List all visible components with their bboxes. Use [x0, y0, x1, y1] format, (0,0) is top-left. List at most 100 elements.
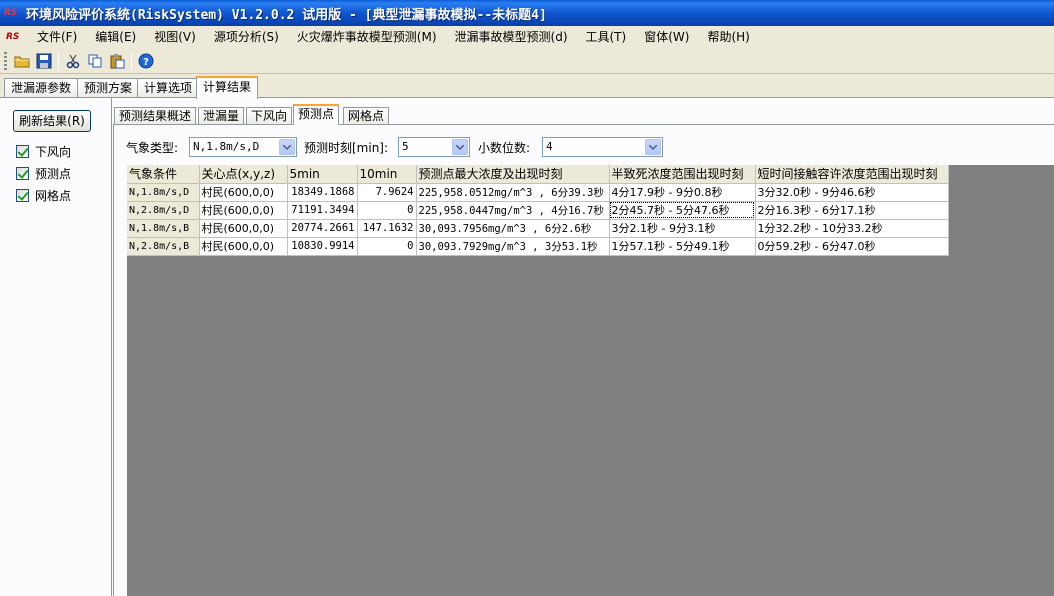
table-cell[interactable]: 20774.2661	[287, 219, 358, 238]
refresh-results-button[interactable]: 刷新结果(R)	[13, 110, 91, 132]
table-cell[interactable]: 30,093.7956mg/m^3 , 6分2.6秒	[416, 219, 610, 238]
subtab-downwind[interactable]: 下风向	[246, 107, 293, 125]
row-header[interactable]: N,1.8m/s,B	[127, 219, 200, 238]
table-cell[interactable]: 1分57.1秒 - 5分49.1秒	[609, 237, 756, 256]
chevron-down-icon[interactable]	[645, 139, 661, 155]
table-cell[interactable]: 225,958.0512mg/m^3 , 6分39.3秒	[416, 183, 610, 202]
decimal-places-value: 4	[546, 140, 553, 153]
toolbar-grip[interactable]	[4, 51, 7, 70]
checkbox-label: 预测点	[35, 166, 72, 181]
checkbox-label: 下风向	[35, 144, 72, 159]
prediction-time-label: 预测时刻[min]:	[304, 141, 389, 155]
checkbox-grid-point[interactable]: 网格点	[16, 187, 71, 203]
open-folder-icon[interactable]	[11, 50, 33, 72]
checkbox-label: 网格点	[35, 188, 72, 203]
tab-prediction-plan[interactable]: 预测方案	[77, 78, 140, 98]
subtab-results-overview[interactable]: 预测结果概述	[114, 107, 197, 125]
toolbar: ?	[0, 48, 1054, 74]
help-icon[interactable]: ?	[135, 50, 157, 72]
table-cell[interactable]: 3分2.1秒 - 9分3.1秒	[609, 219, 756, 238]
weather-type-value: N,1.8m/s,D	[193, 140, 260, 153]
column-header[interactable]: 半致死浓度范围出现时刻	[609, 165, 756, 184]
window-title: 环境风险评价系统(RiskSystem) V1.2.0.2 试用版 - [典型泄…	[26, 7, 547, 23]
decimal-places-label: 小数位数:	[478, 141, 531, 155]
chevron-down-icon[interactable]	[452, 139, 468, 155]
prediction-time-value: 5	[402, 140, 409, 153]
table-cell[interactable]: 村民(600,0,0)	[199, 237, 288, 256]
prediction-point-panel: 气象类型: N,1.8m/s,D 预测时刻[min]: 5 小数位数: 4 气象…	[113, 124, 1054, 596]
menu-help[interactable]: 帮助(H)	[698, 27, 758, 47]
menu-file[interactable]: 文件(F)	[28, 27, 86, 47]
column-header[interactable]: 预测点最大浓度及出现时刻	[416, 165, 610, 184]
cut-icon[interactable]	[62, 50, 84, 72]
checkbox-prediction-point[interactable]: 预测点	[16, 165, 71, 181]
row-header[interactable]: N,2.8m/s,D	[127, 201, 200, 220]
menu-source-analysis[interactable]: 源项分析(S)	[205, 27, 288, 47]
focused-table-cell[interactable]: 2分45.7秒 - 5分47.6秒	[609, 201, 756, 220]
table-cell[interactable]: 225,958.0447mg/m^3 , 4分16.7秒	[416, 201, 610, 220]
weather-type-label: 气象类型:	[126, 141, 179, 155]
table-row: N,2.8m/s,B 村民(600,0,0) 10830.9914 0 30,0…	[127, 237, 949, 256]
row-header[interactable]: N,1.8m/s,D	[127, 183, 200, 202]
menu-leak-prediction[interactable]: 泄漏事故模型预测(d)	[446, 27, 577, 47]
toolbar-separator	[131, 51, 132, 70]
menu-view[interactable]: 视图(V)	[145, 27, 205, 47]
table-cell[interactable]: 1分32.2秒 - 10分33.2秒	[755, 219, 949, 238]
tab-calc-options[interactable]: 计算选项	[137, 78, 200, 98]
table-cell[interactable]: 10830.9914	[287, 237, 358, 256]
table-cell[interactable]: 7.9624	[357, 183, 417, 202]
column-header[interactable]: 5min	[287, 165, 358, 184]
save-icon[interactable]	[33, 50, 55, 72]
table-cell[interactable]: 3分32.0秒 - 9分46.6秒	[755, 183, 949, 202]
row-header[interactable]: N,2.8m/s,B	[127, 237, 200, 256]
table-row: N,2.8m/s,D 村民(600,0,0) 71191.3494 0 225,…	[127, 201, 949, 220]
table-cell[interactable]: 0分59.2秒 - 6分47.0秒	[755, 237, 949, 256]
tab-leak-source-params[interactable]: 泄漏源参数	[4, 78, 79, 98]
results-panel: 刷新结果(R) 下风向 预测点 网格点 预测结果概述 泄漏量 下风向 预测点 网…	[0, 97, 1054, 596]
table-cell[interactable]: 30,093.7929mg/m^3 , 3分53.1秒	[416, 237, 610, 256]
table-cell[interactable]: 18349.1868	[287, 183, 358, 202]
paste-icon[interactable]	[106, 50, 128, 72]
grid-header-row: 气象条件 关心点(x,y,z) 5min 10min 预测点最大浓度及出现时刻 …	[127, 165, 949, 184]
table-cell[interactable]: 0	[357, 237, 417, 256]
subtab-leak-amount[interactable]: 泄漏量	[198, 107, 245, 125]
menu-tools[interactable]: 工具(T)	[577, 27, 636, 47]
table-row: N,1.8m/s,D 村民(600,0,0) 18349.1868 7.9624…	[127, 183, 949, 202]
decimal-places-select[interactable]: 4	[542, 137, 663, 157]
table-cell[interactable]: 村民(600,0,0)	[199, 183, 288, 202]
result-options-panel: 刷新结果(R) 下风向 预测点 网格点	[0, 98, 112, 596]
checkbox-downwind[interactable]: 下风向	[16, 143, 71, 159]
table-cell[interactable]: 147.1632	[357, 219, 417, 238]
checkbox-checked-icon[interactable]	[16, 144, 29, 158]
column-header[interactable]: 短时间接触容许浓度范围出现时刻	[755, 165, 949, 184]
table-cell[interactable]: 2分16.3秒 - 6分17.1秒	[755, 201, 949, 220]
table-cell[interactable]: 村民(600,0,0)	[199, 201, 288, 220]
checkbox-checked-icon[interactable]	[16, 188, 29, 202]
subtab-grid-point[interactable]: 网格点	[343, 107, 390, 125]
menu-fire-explosion[interactable]: 火灾爆炸事故模型预测(M)	[288, 27, 446, 47]
results-grid-area: 气象条件 关心点(x,y,z) 5min 10min 预测点最大浓度及出现时刻 …	[127, 165, 1054, 596]
results-grid: 气象条件 关心点(x,y,z) 5min 10min 预测点最大浓度及出现时刻 …	[127, 165, 949, 256]
column-header[interactable]: 关心点(x,y,z)	[199, 165, 288, 184]
svg-text:?: ?	[143, 57, 149, 68]
weather-type-select[interactable]: N,1.8m/s,D	[189, 137, 297, 157]
column-header[interactable]: 10min	[357, 165, 417, 184]
toolbar-separator	[58, 51, 59, 70]
title-bar[interactable]: RS 环境风险评价系统(RiskSystem) V1.2.0.2 试用版 - […	[0, 0, 1054, 26]
checkbox-checked-icon[interactable]	[16, 166, 29, 180]
app-icon: RS	[4, 8, 18, 18]
table-cell[interactable]: 0	[357, 201, 417, 220]
menu-window[interactable]: 窗体(W)	[635, 27, 698, 47]
tab-calc-results[interactable]: 计算结果	[196, 76, 259, 99]
table-cell[interactable]: 村民(600,0,0)	[199, 219, 288, 238]
prediction-time-select[interactable]: 5	[398, 137, 470, 157]
chevron-down-icon[interactable]	[279, 139, 295, 155]
mdi-child-icon[interactable]: RS	[6, 32, 28, 42]
column-header[interactable]: 气象条件	[127, 165, 200, 184]
table-cell[interactable]: 4分17.9秒 - 9分0.8秒	[609, 183, 756, 202]
menu-edit[interactable]: 编辑(E)	[86, 27, 145, 47]
subtab-prediction-point[interactable]: 预测点	[293, 104, 340, 125]
table-cell[interactable]: 71191.3494	[287, 201, 358, 220]
main-tab-strip: 泄漏源参数 预测方案 计算选项 计算结果	[0, 76, 1054, 99]
copy-icon[interactable]	[84, 50, 106, 72]
